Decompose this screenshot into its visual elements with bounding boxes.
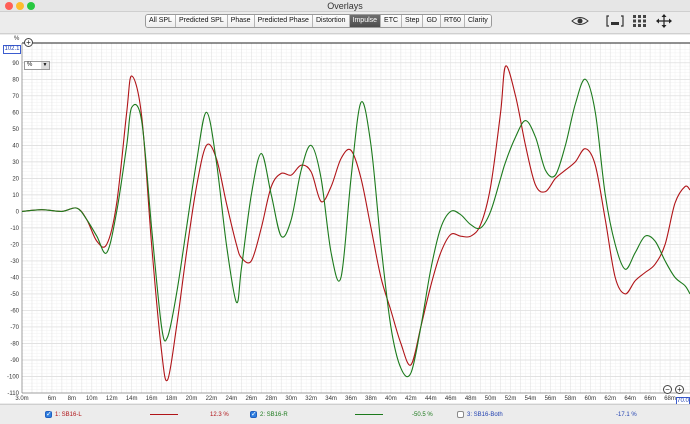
tab-gd[interactable]: GD bbox=[423, 15, 441, 27]
x-tick-label: 26m bbox=[245, 396, 257, 402]
series-2-value: -50.5 % bbox=[412, 412, 433, 418]
impulse-plot[interactable]: 90 80 70 60 50 40 30 20 10 0 -10 -20 -30 -40 -50 -60 -70… bbox=[0, 35, 690, 406]
tab-predicted-spl[interactable]: Predicted SPL bbox=[175, 15, 228, 27]
x-tick-label: 22m bbox=[206, 396, 218, 402]
x-tick-label: 36m bbox=[345, 396, 357, 402]
tab-etc[interactable]: ETC bbox=[381, 15, 403, 27]
toolbar: All SPL Predicted SPL Phase Predicted Ph… bbox=[0, 12, 690, 34]
y-tick-label: -90 bbox=[10, 358, 19, 364]
tab-impulse[interactable]: Impulse bbox=[349, 15, 382, 27]
chevron-down-icon: ▼ bbox=[41, 62, 49, 69]
y-tick-label: -100 bbox=[7, 374, 20, 380]
x-tick-label: 16m bbox=[146, 396, 158, 402]
y-tick-label: 70 bbox=[12, 94, 19, 100]
x-tick-label: 3.0m bbox=[15, 396, 28, 402]
x-tick-label: 58m bbox=[565, 396, 577, 402]
x-tick-label: 54m bbox=[525, 396, 537, 402]
x-tick-label: 6m bbox=[48, 396, 56, 402]
y-tick-label: -80 bbox=[10, 341, 19, 347]
x-tick-label: 60m bbox=[584, 396, 596, 402]
x-tick-label: 50m bbox=[485, 396, 497, 402]
x-tick-label: 52m bbox=[505, 396, 517, 402]
x-tick-label: 38m bbox=[365, 396, 377, 402]
x-tick-label: 20m bbox=[186, 396, 198, 402]
x-tick-label: 56m bbox=[545, 396, 557, 402]
x-tick-label: 12m bbox=[106, 396, 118, 402]
x-tick-label: 46m bbox=[445, 396, 457, 402]
series-2-name: 2: SB16-R bbox=[260, 412, 288, 418]
y-tick-label: -50 bbox=[10, 292, 19, 298]
y-tick-label: -10 bbox=[10, 226, 19, 232]
bracket-icon[interactable] bbox=[605, 14, 625, 28]
x-tick-label: 48m bbox=[465, 396, 477, 402]
y-tick-label: 10 bbox=[12, 193, 19, 199]
y-tick-label: 90 bbox=[12, 61, 19, 67]
y-tick-label: 40 bbox=[12, 143, 19, 149]
graph-tabs: All SPL Predicted SPL Phase Predicted Ph… bbox=[145, 14, 492, 28]
zoom-out-x-button[interactable]: − bbox=[663, 385, 672, 394]
y-cursor-readout: 102.1 bbox=[3, 45, 21, 54]
series-1-checkbox[interactable] bbox=[45, 410, 52, 418]
x-tick-label: 30m bbox=[285, 396, 297, 402]
tab-distortion[interactable]: Distortion bbox=[312, 15, 350, 27]
x-tick-label: 40m bbox=[385, 396, 397, 402]
y-tick-label: -40 bbox=[10, 275, 19, 281]
legend-bar: 1: SB16-L 12.3 % 2: SB16-R -50.5 % 3: SB… bbox=[0, 404, 690, 424]
eye-icon[interactable] bbox=[570, 14, 590, 28]
zoom-in-button[interactable]: + bbox=[24, 38, 33, 47]
overlays-window: Overlays All SPL Predicted SPL Phase Pre… bbox=[0, 0, 690, 424]
series-1-name: 1: SB16-L bbox=[55, 412, 82, 418]
x-tick-label: 28m bbox=[265, 396, 277, 402]
y-tick-label: 30 bbox=[12, 160, 19, 166]
x-tick-label: 10m bbox=[86, 396, 98, 402]
window-title: Overlays bbox=[327, 1, 363, 11]
tab-rt60[interactable]: RT60 bbox=[440, 15, 465, 27]
series-3-checkbox[interactable] bbox=[457, 411, 464, 418]
x-tick-label: 42m bbox=[405, 396, 417, 402]
y-tick-label: 80 bbox=[12, 77, 19, 83]
tab-phase[interactable]: Phase bbox=[227, 15, 255, 27]
x-tick-label: 32m bbox=[305, 396, 317, 402]
x-tick-label: 44m bbox=[425, 396, 437, 402]
y-tick-label: 50 bbox=[12, 127, 19, 133]
series-3-name: 3: SB16-Both bbox=[467, 412, 503, 418]
x-tick-label: 24m bbox=[226, 396, 238, 402]
y-tick-label: -60 bbox=[10, 308, 19, 314]
x-tick-label: 8m bbox=[68, 396, 76, 402]
x-tick-label: 34m bbox=[325, 396, 337, 402]
grid-icon[interactable] bbox=[632, 14, 648, 28]
title-bar: Overlays bbox=[0, 0, 690, 12]
move-arrows-icon[interactable] bbox=[656, 14, 672, 28]
series-1-value: 12.3 % bbox=[210, 412, 229, 418]
x-tick-label: 62m bbox=[604, 396, 616, 402]
y-unit-label: % bbox=[14, 36, 20, 42]
impulse-chart[interactable]: 90 80 70 60 50 40 30 20 10 0 -10 -20 -30 -40 -50 -60 -70… bbox=[0, 35, 690, 403]
x-tick-label: 14m bbox=[126, 396, 138, 402]
y-tick-label: 60 bbox=[12, 110, 19, 116]
x-tick-label: 66m bbox=[644, 396, 656, 402]
tab-clarity[interactable]: Clarity bbox=[464, 15, 491, 27]
tab-predicted-phase[interactable]: Predicted Phase bbox=[254, 15, 313, 27]
tab-step[interactable]: Step bbox=[402, 15, 424, 27]
series-2-swatch bbox=[355, 414, 383, 415]
y-tick-label: -30 bbox=[10, 259, 19, 265]
series-2-checkbox[interactable] bbox=[250, 410, 257, 418]
y-tick-label: 20 bbox=[12, 176, 19, 182]
series-3-value: -17.1 % bbox=[616, 412, 637, 418]
y-tick-label: 0 bbox=[16, 209, 20, 215]
mode-select-value: % bbox=[27, 62, 33, 68]
tab-all-spl[interactable]: All SPL bbox=[146, 15, 176, 27]
zoom-in-x-button[interactable]: + bbox=[675, 385, 684, 394]
y-tick-label: -20 bbox=[10, 242, 19, 248]
x-tick-label: 68m bbox=[664, 396, 676, 402]
x-tick-label: 18m bbox=[166, 396, 178, 402]
mode-select[interactable]: % ▼ bbox=[24, 61, 50, 70]
x-tick-label: 64m bbox=[624, 396, 636, 402]
series-1-swatch bbox=[150, 414, 178, 415]
y-tick-label: -70 bbox=[10, 325, 19, 331]
